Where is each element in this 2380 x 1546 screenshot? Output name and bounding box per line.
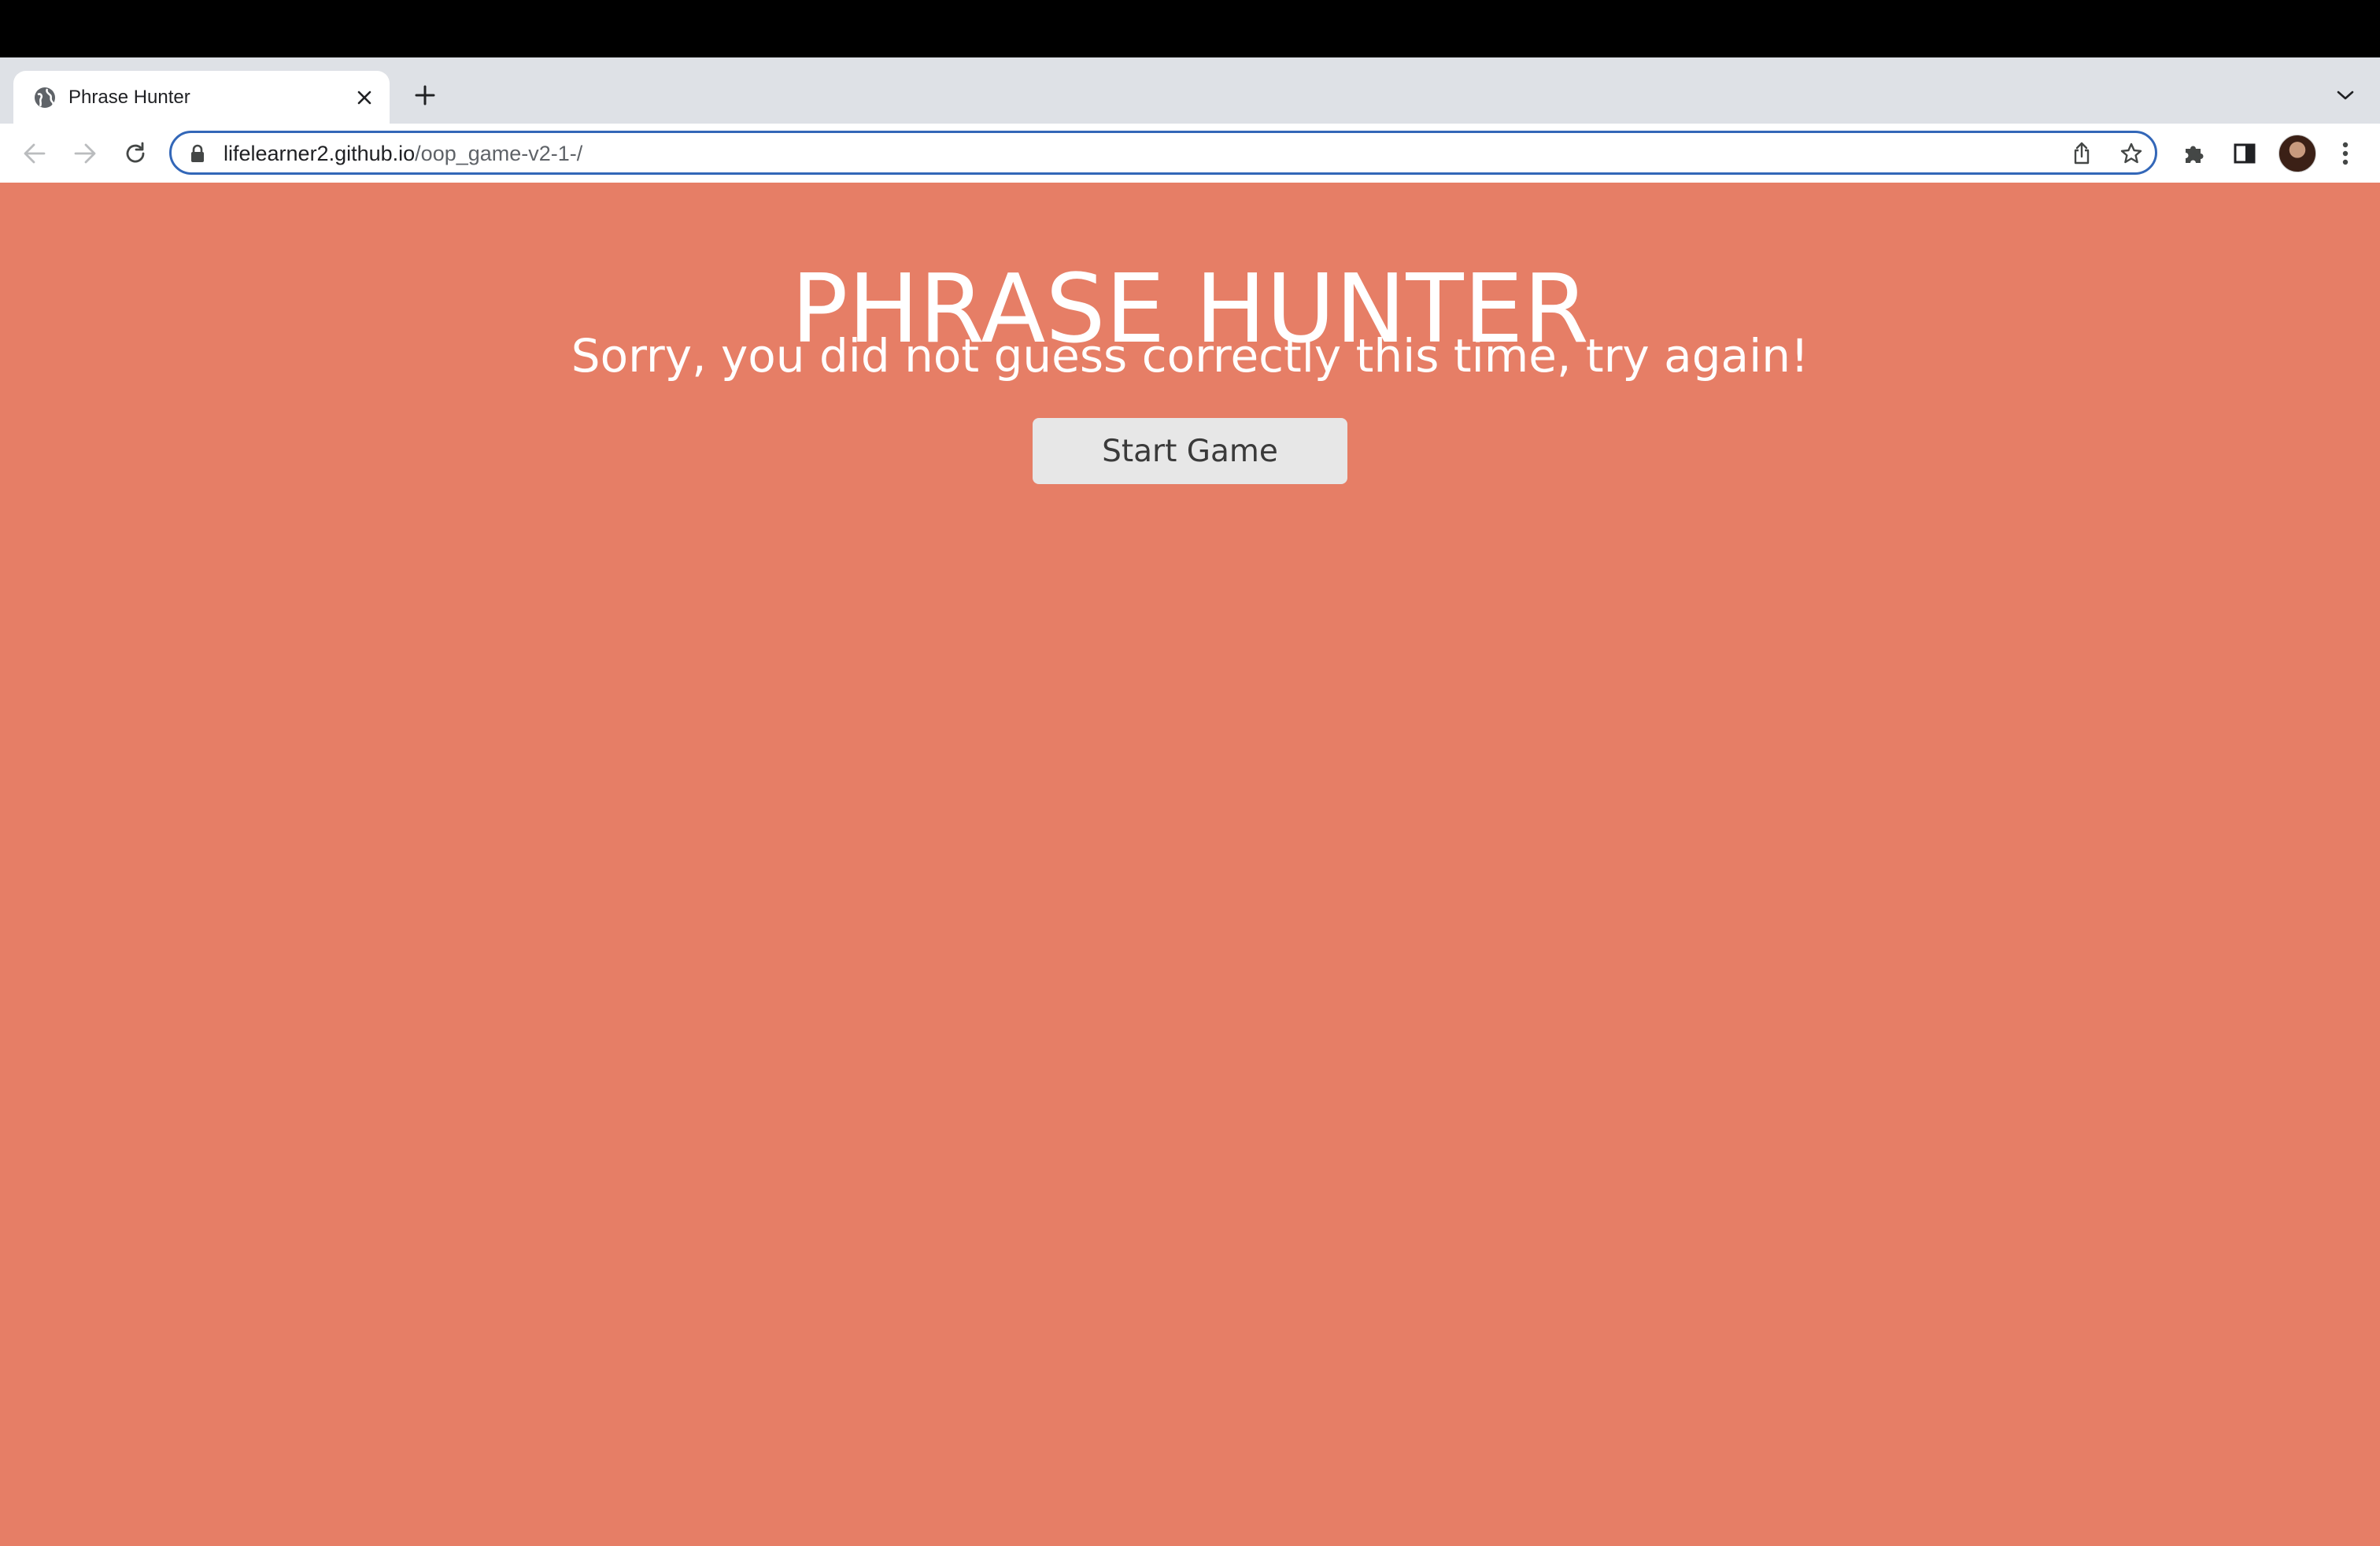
game-page: PHRASE HUNTER Sorry, you did not guess c… xyxy=(0,183,2380,1546)
browser-toolbar: lifelearner2.github.io/oop_game-v2-1-/ xyxy=(0,124,2380,183)
url-host: lifelearner2.github.io xyxy=(224,142,416,165)
forward-arrow-icon[interactable] xyxy=(68,136,102,171)
url-text[interactable]: lifelearner2.github.io/oop_game-v2-1-/ xyxy=(224,139,582,168)
plus-icon[interactable] xyxy=(409,80,441,111)
avatar[interactable] xyxy=(2278,135,2316,172)
extensions-puzzle-icon[interactable] xyxy=(2177,136,2212,171)
share-icon[interactable] xyxy=(2068,139,2096,168)
kebab-menu-icon[interactable] xyxy=(2328,136,2363,171)
address-bar[interactable]: lifelearner2.github.io/oop_game-v2-1-/ xyxy=(169,131,2157,175)
tab-strip: Phrase Hunter xyxy=(0,57,2380,124)
side-panel-icon[interactable] xyxy=(2227,136,2262,171)
close-icon[interactable] xyxy=(352,85,377,110)
globe-icon xyxy=(33,86,57,109)
reload-icon[interactable] xyxy=(118,136,153,171)
start-game-button[interactable]: Start Game xyxy=(1033,418,1347,484)
chevron-down-icon[interactable] xyxy=(2330,80,2361,111)
back-arrow-icon[interactable] xyxy=(17,136,52,171)
url-path: /oop_game-v2-1-/ xyxy=(415,142,583,165)
system-top-bar xyxy=(0,0,2380,57)
game-over-message: Sorry, you did not guess correctly this … xyxy=(571,329,1809,383)
tab-title: Phrase Hunter xyxy=(68,87,190,108)
lock-icon[interactable] xyxy=(189,144,206,163)
tab-phrase-hunter[interactable]: Phrase Hunter xyxy=(13,71,390,124)
star-icon[interactable] xyxy=(2117,139,2145,168)
